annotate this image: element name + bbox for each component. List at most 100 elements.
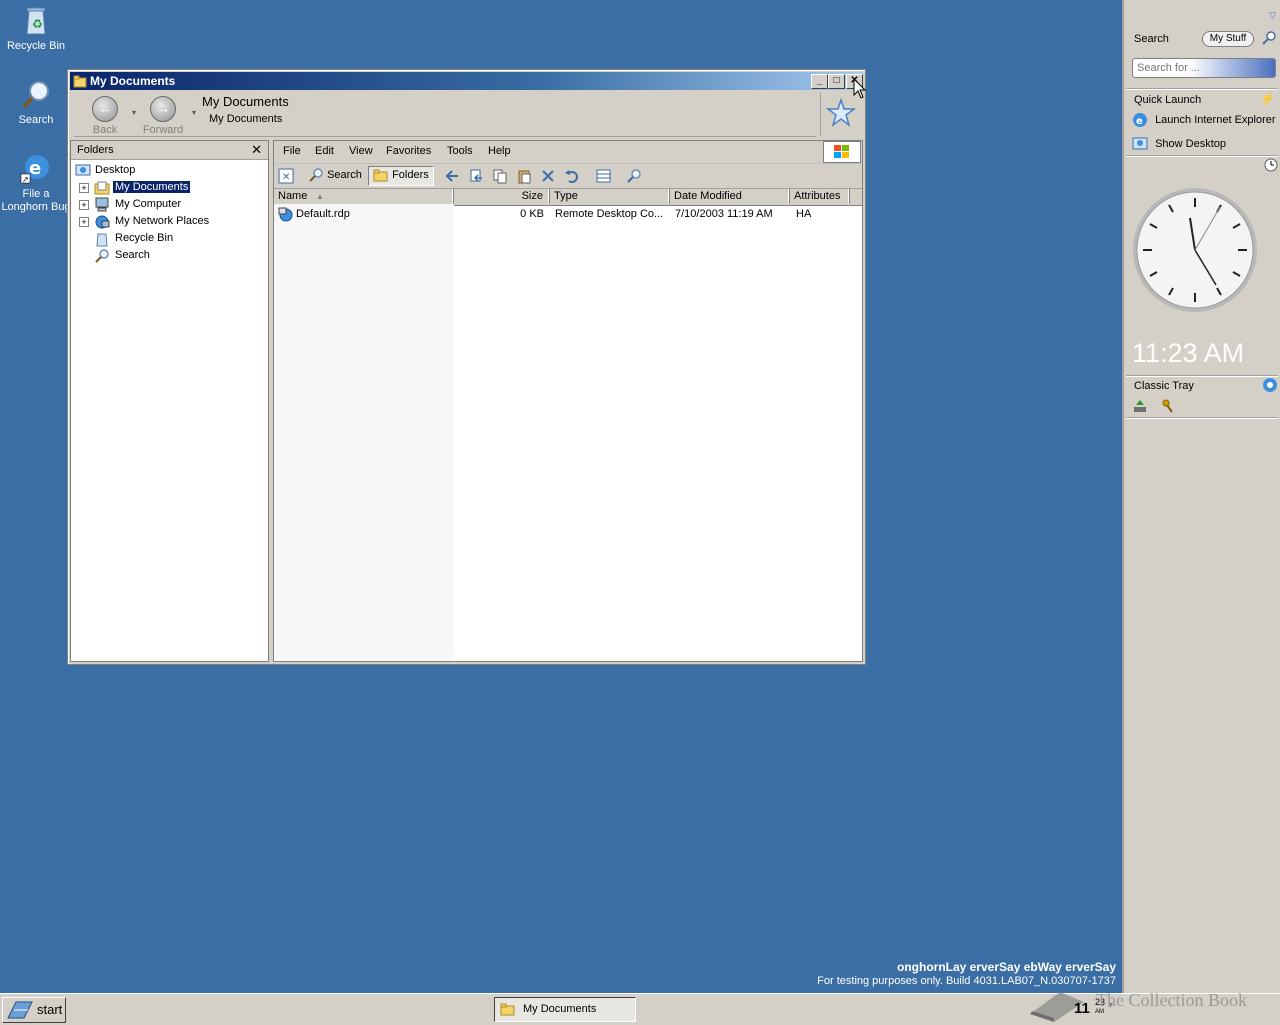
watermark-line-1: onghornLay erverSay ebWay erverSay	[897, 960, 1116, 974]
sidebar: ▽ Search My Stuff Quick Launch ⚡ e Launc…	[1122, 0, 1280, 993]
desktop-icon-search[interactable]: Search	[0, 78, 72, 126]
quick-launch-ie[interactable]: e Launch Internet Explorer	[1132, 112, 1280, 128]
quick-launch-label: Launch Internet Explorer	[1155, 113, 1276, 126]
window-title: My Documents	[90, 74, 176, 88]
taskbar-item-my-documents[interactable]: My Documents	[494, 997, 636, 1022]
column-type[interactable]: Type	[550, 189, 670, 204]
paste-icon[interactable]	[516, 168, 532, 184]
menu-view[interactable]: View	[349, 145, 373, 157]
sorted-column-shade	[274, 204, 454, 659]
taskbar-item-label: My Documents	[523, 1003, 597, 1015]
sidebar-menu-icon[interactable]: ▽	[1269, 10, 1276, 21]
digital-clock: 11:23 AM	[1132, 338, 1245, 368]
folders-pane: Folders ✕ Desktop + My Documents + My Co…	[70, 140, 269, 662]
svg-text:♻: ♻	[32, 17, 43, 31]
network-places-icon	[95, 215, 110, 229]
desktop-icon	[75, 164, 91, 176]
close-pane-icon[interactable]: ✕	[278, 168, 294, 184]
file-type: Remote Desktop Co...	[555, 208, 664, 220]
menu-file[interactable]: File	[283, 145, 301, 157]
menu-tools[interactable]: Tools	[447, 145, 473, 157]
copy-icon[interactable]	[492, 168, 508, 184]
show-desktop-icon	[1132, 137, 1148, 150]
tray-settings-icon[interactable]	[1262, 377, 1278, 393]
analog-clock	[1133, 188, 1257, 312]
address-breadcrumb[interactable]: My Documents	[209, 113, 282, 125]
maximize-button[interactable]: □	[828, 74, 845, 89]
close-folders-icon[interactable]: ✕	[251, 142, 262, 158]
remote-desktop-icon	[278, 207, 293, 222]
forward-button[interactable]: → Forward	[138, 94, 188, 136]
column-label: Name	[278, 190, 308, 202]
move-to-icon[interactable]	[444, 168, 460, 184]
forward-dropdown-icon[interactable]: ▾	[192, 108, 196, 117]
minimize-button[interactable]: _	[811, 74, 828, 89]
back-label: Back	[92, 124, 118, 136]
title-bar[interactable]: My Documents _ □ ✕	[70, 72, 863, 90]
column-date-modified[interactable]: Date Modified	[670, 189, 790, 204]
menu-favorites[interactable]: Favorites	[386, 145, 431, 157]
separator	[1126, 375, 1278, 376]
taskbar: start My Documents 11 23 AM ▾ The Collec…	[0, 990, 1280, 1025]
collection-book-watermark: The Collection Book	[1096, 990, 1247, 1010]
lightning-icon: ⚡	[1259, 91, 1276, 106]
menu-bar: File Edit View Favorites Tools Help	[274, 141, 862, 164]
svg-text:✕: ✕	[282, 172, 290, 183]
column-size[interactable]: Size	[454, 189, 550, 204]
computer-icon	[95, 197, 109, 212]
recycle-bin-icon	[96, 233, 108, 247]
delete-icon[interactable]	[540, 168, 556, 184]
column-name[interactable]: Name ▲	[274, 189, 454, 204]
file-size: 0 KB	[520, 208, 544, 220]
sidebar-search-input[interactable]	[1132, 58, 1276, 78]
mouse-cursor-icon	[853, 78, 867, 99]
desktop-icon-recycle-bin[interactable]: ♻ Recycle Bin	[0, 4, 72, 52]
start-button[interactable]: start	[2, 997, 66, 1023]
menu-edit[interactable]: Edit	[315, 145, 334, 157]
views-icon[interactable]	[596, 168, 612, 184]
back-dropdown-icon[interactable]: ▾	[132, 108, 136, 117]
separator	[1126, 88, 1278, 89]
svg-text:e: e	[1136, 116, 1143, 127]
expand-icon[interactable]: +	[79, 183, 89, 193]
my-stuff-button[interactable]: My Stuff	[1202, 31, 1254, 47]
search-button[interactable]: Search	[304, 167, 366, 185]
search-label: Search	[327, 168, 362, 181]
clock-settings-icon[interactable]	[1264, 158, 1278, 172]
folder-icon	[73, 75, 87, 88]
expand-icon[interactable]: +	[79, 200, 89, 210]
desktop-icon-label: Recycle Bin	[6, 40, 66, 52]
forward-label: Forward	[142, 124, 184, 136]
build-watermark: onghornLay erverSay ebWay erverSay For t…	[817, 960, 1116, 987]
network-tray-icon[interactable]	[1132, 398, 1148, 414]
expand-icon[interactable]: +	[79, 217, 89, 227]
tree-label: My Computer	[115, 198, 182, 210]
start-logo-icon	[7, 1001, 33, 1019]
undo-icon[interactable]	[564, 168, 580, 184]
keys-tray-icon[interactable]	[1160, 398, 1176, 414]
search-tile-title: Search	[1134, 33, 1169, 45]
search-go-icon[interactable]	[1261, 30, 1277, 46]
recycle-bin-icon: ♻	[19, 4, 53, 38]
separator	[1126, 155, 1278, 156]
back-arrow-icon: ←	[92, 96, 118, 122]
folders-button[interactable]: Folders	[368, 166, 434, 186]
svg-text:e: e	[29, 158, 41, 179]
tree-label: My Network Places	[115, 215, 210, 227]
table-row[interactable]: Default.rdp 0 KB Remote Desktop Co... 7/…	[274, 206, 860, 223]
navigation-bar: ← Back ▾ → Forward ▾ My Documents My Doc…	[74, 92, 816, 137]
desktop-icon-file-bug[interactable]: e ↗ File a Longhorn Bug	[0, 152, 72, 214]
copy-to-icon[interactable]	[468, 168, 484, 184]
classic-tray-title: Classic Tray	[1134, 380, 1194, 392]
internet-explorer-icon: e	[1133, 113, 1147, 127]
search-icon	[19, 78, 53, 112]
search-options-icon[interactable]	[626, 168, 642, 184]
menu-help[interactable]: Help	[488, 145, 511, 157]
back-button[interactable]: ← Back	[80, 94, 130, 136]
folders-header: Folders ✕	[71, 141, 268, 160]
column-attributes[interactable]: Attributes	[790, 189, 850, 204]
quick-launch-show-desktop[interactable]: Show Desktop	[1132, 136, 1280, 152]
folders-label: Folders	[392, 168, 429, 181]
desktop-icon-label: File a Longhorn Bug	[1, 188, 71, 213]
folder-icon	[373, 169, 388, 182]
